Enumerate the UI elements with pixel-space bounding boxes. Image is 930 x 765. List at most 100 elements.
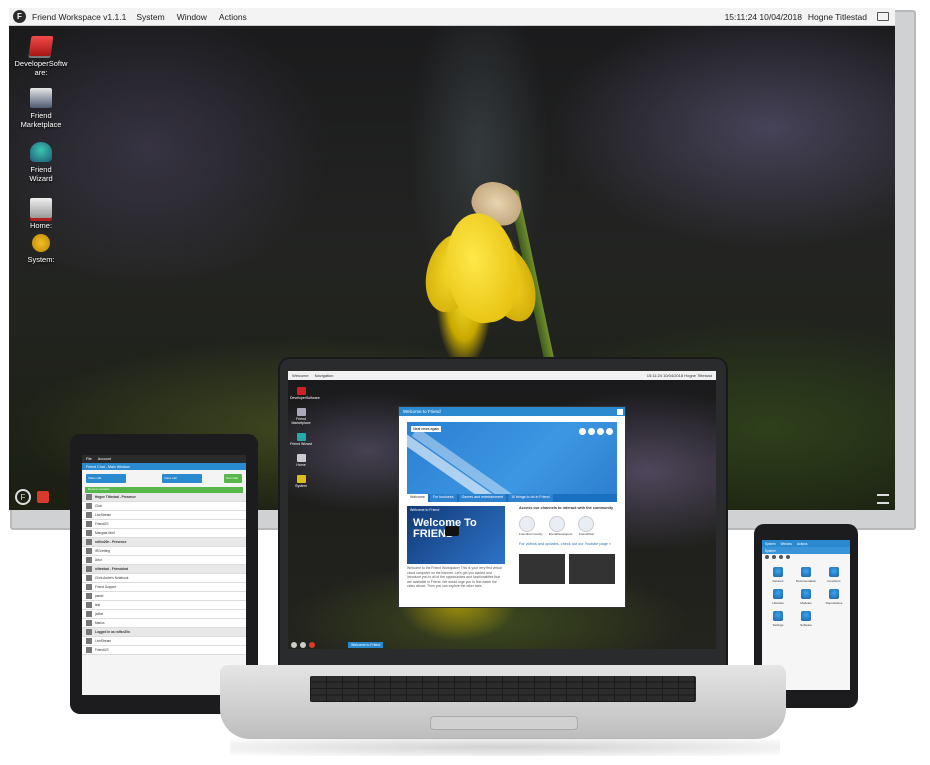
menu-window[interactable]: Window: [177, 12, 207, 22]
phone-app-settings[interactable]: Settings: [764, 611, 792, 627]
avatar: [86, 629, 92, 635]
user-name[interactable]: Hogne Titlestad: [808, 12, 867, 22]
contact-group-header[interactable]: Hogne Titlestad - Presence: [82, 493, 246, 502]
contact-row[interactable]: LiveStream: [82, 637, 246, 646]
tab-welcome[interactable]: Welcome: [407, 494, 428, 502]
friend-start-icon[interactable]: [291, 641, 297, 648]
contact-row[interactable]: Chris Andre's Notebook: [82, 574, 246, 583]
contact-label: Chat: [95, 504, 102, 508]
contact-row[interactable]: FriendUS: [82, 520, 246, 529]
dock-menu-icon[interactable]: [877, 494, 889, 504]
chat-icon: [578, 516, 595, 532]
voice-call-button[interactable]: Voice call: [162, 474, 202, 483]
taskbar-app-icon[interactable]: [300, 641, 306, 648]
facebook-icon[interactable]: [579, 428, 586, 435]
contact-row[interactable]: FriendUS: [82, 646, 246, 655]
avatar: [86, 512, 92, 518]
dock-app-icon[interactable]: [37, 491, 49, 503]
channel-developers[interactable]: FriendDevelopers: [548, 516, 572, 536]
linkedin-icon[interactable]: [606, 428, 613, 435]
menu-system[interactable]: System: [136, 12, 164, 22]
desktop-icon-marketplace[interactable]: Friend Marketplace: [11, 88, 71, 129]
phone-app-software[interactable]: Software: [792, 611, 820, 627]
video-thumbnail[interactable]: [569, 554, 615, 584]
contact-row[interactable]: pawel: [82, 592, 246, 601]
welcome-video[interactable]: Welcome to Friend Welcome To FRIEND: [407, 506, 505, 564]
friend-logo-icon[interactable]: F: [13, 10, 26, 23]
contact-row[interactable]: LiveStream: [82, 511, 246, 520]
laptop-menu-welcome[interactable]: Welcome: [292, 373, 309, 378]
refresh-icon[interactable]: [786, 555, 790, 559]
close-icon[interactable]: [617, 408, 623, 415]
news-label: Neat news again: [411, 426, 442, 432]
laptop-icon-wizard[interactable]: Friend Wizard: [290, 433, 312, 446]
channel-chat[interactable]: FriendChat: [578, 516, 595, 536]
contact-label: Hogne Titlestad - Presence: [95, 495, 136, 499]
desktop-icon-system[interactable]: System:: [11, 234, 71, 264]
contact-row[interactable]: Mangata Wolf: [82, 529, 246, 538]
wizard-icon: [30, 142, 52, 162]
phone-app-libraries[interactable]: Libraries: [764, 589, 792, 605]
phone-app-grid: Devices Documentation Functions Libraries Mo…: [762, 561, 850, 633]
phone-menu-actions[interactable]: Actions: [797, 542, 807, 546]
taskbar-window-button[interactable]: Welcome to Friend: [348, 641, 384, 648]
phone-app-functions[interactable]: Functions: [820, 567, 848, 583]
contact-group-header[interactable]: Logged in as rolfsn20n: [82, 628, 246, 637]
avatar: [86, 548, 92, 554]
tab-business[interactable]: For business: [429, 494, 457, 502]
taskbar-app-icon[interactable]: [309, 641, 315, 648]
laptop-taskbar: Welcome to Friend: [288, 640, 716, 649]
desktop-icon-developer-software[interactable]: DeveloperSoftware:: [11, 36, 71, 77]
back-icon[interactable]: [765, 555, 769, 559]
contact-label: jxdkel: [95, 612, 104, 616]
laptop-icon-home[interactable]: Home: [290, 454, 312, 467]
app-label: Settings: [772, 623, 784, 627]
tablet-menu-file[interactable]: File: [86, 457, 92, 461]
tab-ten-things[interactable]: 10 things to do in Friend: [508, 494, 553, 502]
phone-app-devices[interactable]: Devices: [764, 567, 792, 583]
wallpaper-daffodil: [417, 174, 546, 333]
laptop-icon-developer[interactable]: DeveloperSoftware: [290, 387, 320, 400]
welcome-body: Welcome to Friend Welcome To FRIEND Welc…: [407, 506, 617, 591]
tablet-menu-account[interactable]: Account: [98, 457, 111, 461]
contact-label: IRCnetting: [95, 549, 111, 553]
laptop-icon-marketplace[interactable]: Friend Marketplace: [290, 408, 312, 425]
laptop-icon-system[interactable]: System: [290, 475, 312, 488]
friend-start-icon[interactable]: F: [15, 489, 31, 505]
welcome-window-titlebar: Welcome to Friend: [399, 407, 625, 416]
welcome-window-title: Welcome to Friend: [403, 409, 441, 414]
avatar: [86, 611, 92, 617]
contact-row[interactable]: IRCnetting: [82, 547, 246, 556]
desktop-icon-wizard[interactable]: Friend Wizard: [11, 142, 71, 183]
contact-row[interactable]: Chat: [82, 502, 246, 511]
phone-app-repositories[interactable]: Repositories: [820, 589, 848, 605]
contact-row[interactable]: Marius: [82, 619, 246, 628]
contact-group-header[interactable]: rolfsn20n - Presence: [82, 538, 246, 547]
phone-app-modules[interactable]: Modules: [792, 589, 820, 605]
contact-row[interactable]: Friend Support: [82, 583, 246, 592]
contact-row[interactable]: test: [82, 601, 246, 610]
play-icon[interactable]: [445, 526, 459, 536]
twitter-icon[interactable]: [588, 428, 595, 435]
channels-heading: Access our channels to interact with the…: [519, 506, 614, 510]
youtube-icon[interactable]: [597, 428, 604, 435]
phone-app-documentation[interactable]: Documentation: [792, 567, 820, 583]
contact-group-header[interactable]: olitestiad - Friendchat: [82, 565, 246, 574]
tab-games[interactable]: Games and entertainment: [458, 494, 507, 502]
video-thumbnail[interactable]: [519, 554, 565, 584]
desktop-icon-home[interactable]: Home:: [11, 198, 71, 230]
phone-menu-window[interactable]: Window: [781, 542, 792, 546]
contact-row[interactable]: Artur: [82, 556, 246, 565]
forward-icon[interactable]: [772, 555, 776, 559]
phone-menu-system[interactable]: System: [765, 542, 776, 546]
text-chat-button[interactable]: Text chat: [224, 474, 242, 483]
laptop-menu-navigation[interactable]: Navigation: [315, 373, 334, 378]
app-label: Libraries: [772, 601, 784, 605]
channel-community[interactable]: FriendCommunity: [519, 516, 543, 536]
contact-row[interactable]: jxdkel: [82, 610, 246, 619]
video-call-button[interactable]: Video call: [86, 474, 126, 483]
screen-icon[interactable]: [877, 12, 889, 21]
youtube-link[interactable]: For videos and updates, check out our Yo…: [519, 542, 617, 546]
up-icon[interactable]: [779, 555, 783, 559]
menu-actions[interactable]: Actions: [219, 12, 247, 22]
